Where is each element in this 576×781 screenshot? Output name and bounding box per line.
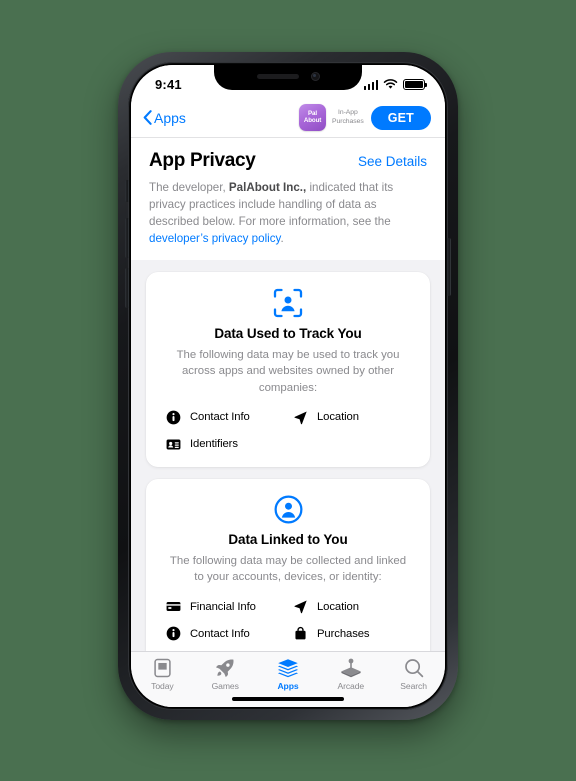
info-circle-icon: [166, 626, 181, 641]
location-arrow-icon: [293, 599, 308, 614]
tab-today[interactable]: Today: [131, 657, 194, 691]
intro-suffix: .: [280, 232, 284, 246]
card-description: The following data may be used to track …: [176, 349, 400, 394]
joystick-icon: [340, 657, 362, 679]
status-time: 9:41: [155, 77, 182, 92]
notch: [214, 65, 362, 90]
back-button-label: Apps: [154, 109, 186, 126]
intro-prefix: The developer,: [149, 181, 229, 194]
card-icon-wrap: [162, 288, 414, 318]
category-label: Financial Info: [190, 600, 256, 613]
category-financial-info: Financial Info: [166, 599, 287, 614]
category-label: Identifiers: [190, 438, 238, 451]
location-arrow-icon: [293, 410, 308, 425]
tab-apps[interactable]: Apps: [257, 657, 320, 691]
front-camera-icon: [310, 71, 320, 81]
card-description: The following data may be collected and …: [169, 554, 407, 583]
status-icons: [363, 79, 427, 90]
tab-games[interactable]: Games: [194, 657, 257, 691]
section-header: App Privacy See Details: [131, 138, 445, 172]
mute-switch[interactable]: [125, 180, 129, 202]
tab-label: Arcade: [337, 681, 365, 691]
category-label: Location: [317, 411, 359, 424]
person-in-viewfinder-icon: [273, 288, 303, 318]
signal-bars-icon: [363, 79, 378, 90]
iap-line-1: In-App: [338, 109, 358, 117]
category-identifiers: Identifiers: [166, 437, 287, 452]
category-label: Location: [317, 600, 359, 613]
tab-label: Games: [211, 681, 239, 691]
page-title: App Privacy: [149, 150, 256, 171]
app-icon-line-2: About: [303, 116, 322, 124]
tab-label: Apps: [277, 681, 299, 691]
privacy-policy-link[interactable]: developer’s privacy policy: [149, 232, 280, 245]
info-circle-icon: [166, 410, 181, 425]
see-details-link[interactable]: See Details: [358, 154, 427, 169]
category-label: Contact Info: [190, 627, 250, 640]
category-label: Purchases: [317, 627, 370, 640]
wifi-icon: [383, 79, 398, 89]
stacked-layers-icon: [277, 657, 299, 679]
home-indicator[interactable]: [232, 697, 344, 701]
rocket-icon: [215, 657, 235, 679]
privacy-card-data-used-to-track-you: Data Used to Track You The following dat…: [146, 272, 430, 467]
tab-arcade[interactable]: Arcade: [319, 657, 382, 691]
intro-developer-name: PalAbout Inc.,: [228, 181, 307, 194]
category-label: Contact Info: [190, 411, 250, 424]
earpiece-speaker-icon: [256, 73, 299, 79]
category-location: Location: [293, 599, 414, 614]
nav-right-group: In-App Purchases GET: [332, 105, 431, 130]
navigation-bar: Apps Pal About In-App Purchases GET: [131, 98, 445, 138]
volume-down-button[interactable]: [125, 268, 129, 308]
tab-label: Today: [151, 681, 174, 691]
tab-label: Search: [400, 681, 427, 691]
iap-line-2: Purchases: [332, 117, 364, 125]
category-purchases: Purchases: [293, 626, 414, 641]
category-grid: Contact Info Location Identifiers: [162, 410, 414, 452]
chevron-left-icon: [143, 110, 152, 125]
battery-icon: [403, 79, 427, 90]
category-contact-info: Contact Info: [166, 626, 287, 641]
tab-search[interactable]: Search: [382, 657, 445, 691]
id-card-icon: [166, 437, 181, 452]
phone-screen: 9:41 Apps Pal About In-App Purchases GET…: [131, 65, 445, 707]
credit-card-icon: [166, 599, 181, 614]
today-document-icon: [153, 657, 172, 679]
in-app-purchases-label: In-App Purchases: [332, 109, 364, 126]
app-privacy-content: App Privacy See Details The developer, P…: [131, 138, 445, 651]
card-title: Data Linked to You: [228, 531, 348, 547]
card-title: Data Used to Track You: [214, 326, 362, 342]
volume-up-button[interactable]: [125, 218, 129, 258]
shopping-bag-icon: [293, 626, 308, 641]
category-location: Location: [293, 410, 414, 425]
device-bezel: 9:41 Apps Pal About In-App Purchases GET…: [125, 62, 451, 710]
app-icon[interactable]: Pal About: [299, 104, 327, 131]
person-in-circle-icon: [274, 495, 302, 524]
category-grid: Financial Info Location Contact Info Pur…: [162, 599, 414, 651]
power-button[interactable]: [447, 238, 451, 296]
privacy-cards: Data Used to Track You The following dat…: [131, 260, 445, 651]
privacy-intro: The developer, PalAbout Inc., indicated …: [131, 172, 445, 247]
back-button[interactable]: Apps: [143, 110, 186, 126]
iphone-device: 9:41 Apps Pal About In-App Purchases GET…: [118, 52, 458, 720]
privacy-card-data-linked-to-you: Data Linked to You The following data ma…: [146, 478, 430, 651]
get-button[interactable]: GET: [370, 105, 431, 130]
card-icon-wrap: [162, 495, 414, 524]
magnifier-icon: [404, 657, 424, 679]
category-contact-info: Contact Info: [166, 410, 287, 425]
